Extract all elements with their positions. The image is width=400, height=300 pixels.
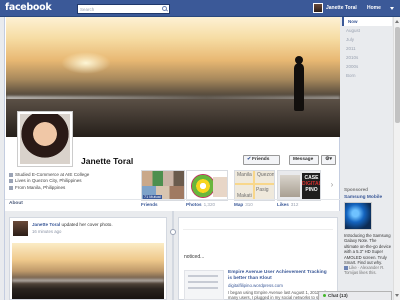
ad-description: Introducing the Samsung Galaxy Note. The… [344, 233, 392, 266]
timeline-nav-august[interactable]: August [342, 26, 392, 35]
top-bar: facebook Search Janette Toral Home [0, 0, 400, 17]
timeline-nav-2000s[interactable]: 2000s [342, 62, 392, 71]
likes-count: 312 [290, 202, 299, 207]
thumb-line [188, 281, 218, 283]
search-input[interactable]: Search [77, 4, 170, 14]
info-from-text: From Manila, Philippines [15, 184, 66, 190]
photos-count: 1,320 [203, 202, 216, 207]
sponsored-label: Sponsored [344, 187, 368, 192]
timeline-main: Janette Toral ✔Friends Message ⚙▾ Studie… [4, 17, 341, 300]
info-education-text: Studied E-Commerce at AIE College [15, 172, 90, 177]
map-tile-label-text: Map [234, 202, 244, 207]
info-from: From Manila, Philippines [9, 185, 129, 191]
timeline-nav-2010s[interactable]: 2010s [342, 53, 392, 62]
ad-like[interactable]: Like · Alexander R. Tomijas likes this. [344, 265, 392, 275]
likes-tile[interactable]: CASE DIGITAL PINO [277, 170, 321, 201]
post-photo-wave [12, 279, 164, 282]
timeline-nav-2011[interactable]: 2011 [342, 44, 392, 53]
thumb-line [188, 287, 218, 289]
scroll-up-icon[interactable] [395, 20, 399, 23]
chat-label: Chat (13) [328, 293, 348, 298]
user-name-link[interactable]: Janette Toral [326, 5, 357, 11]
page-scrollbar[interactable] [393, 17, 400, 300]
cover-sun [61, 52, 111, 74]
likes-page-thumb: CASE DIGITAL PINO [302, 173, 320, 200]
home-icon [9, 179, 13, 184]
timeline-dot [170, 229, 176, 235]
friends-tile-label[interactable]: Friends [141, 202, 158, 207]
message-button[interactable]: Message [289, 155, 319, 165]
mutual-badge: 71 Mutual [143, 195, 162, 199]
map-label: Quezon [257, 172, 275, 178]
scroll-down-icon[interactable] [395, 294, 399, 297]
post-author-link[interactable]: Janette Toral [32, 222, 60, 227]
cover-silhouette [294, 56, 304, 111]
post-header: Janette Toral updated her cover photo. [32, 222, 113, 227]
photos-tile-label[interactable]: Photos 1,320 [186, 202, 215, 207]
friends-tile[interactable]: 71 Mutual [141, 170, 185, 201]
profile-divider [5, 199, 341, 200]
pin-icon [9, 185, 13, 190]
gear-menu-button[interactable]: ⚙▾ [321, 155, 336, 165]
likes-tile-label[interactable]: Likes 312 [277, 202, 298, 207]
map-road [253, 171, 255, 200]
likes-tile-label-text: Likes [277, 202, 289, 207]
link-description: I began using Empire Avenue last August … [228, 290, 329, 300]
profile-picture[interactable] [17, 111, 73, 167]
post-action: updated her cover photo. [61, 222, 113, 227]
facebook-logo[interactable]: facebook [5, 2, 52, 13]
education-icon [9, 172, 13, 177]
post-header-bar [183, 220, 333, 230]
scroll-thumb[interactable] [395, 27, 400, 123]
home-link[interactable]: Home [367, 5, 381, 11]
map-tile[interactable]: Manila Quezon Pasig Makati [234, 170, 275, 201]
chat-bar[interactable]: Chat (13) [318, 291, 392, 300]
profile-info: Studied E-Commerce at AIE College Lives … [9, 172, 129, 191]
check-icon: ✔ [247, 157, 252, 162]
post-photo[interactable] [12, 243, 164, 299]
photo-thumb [213, 177, 227, 197]
timeline-nav-now[interactable]: Now [342, 17, 392, 26]
likes-thumb [280, 175, 300, 197]
info-lives-text: Lives in Quezon City, Philippines [15, 178, 82, 184]
ad-image[interactable] [344, 202, 372, 230]
cover-update-post: Janette Toral updated her cover photo. 1… [9, 217, 167, 300]
timeline-nav-born[interactable]: Born [342, 71, 392, 80]
friends-button-label: Friends [252, 157, 270, 162]
photos-tile-label-text: Photos [186, 202, 202, 207]
post-message: noticed... [184, 254, 205, 260]
post-timestamp[interactable]: 16 minutes ago [32, 229, 61, 234]
map-label: Pasig [256, 187, 269, 193]
timeline-spine [172, 211, 174, 300]
timeline-nav-july[interactable]: July [342, 35, 392, 44]
user-avatar[interactable] [313, 3, 323, 13]
timeline-year-nav: Now August July 2011 2010s 2000s Born [342, 17, 392, 80]
link-thumbnail[interactable] [184, 270, 224, 300]
map-count: 310 [245, 202, 253, 207]
account-menu-icon[interactable] [390, 7, 394, 10]
likes-box-line: PINO [305, 187, 318, 193]
tiles-more-arrow[interactable]: › [325, 176, 339, 194]
map-label: Manila [237, 172, 252, 178]
search-icon[interactable] [162, 6, 167, 11]
link-title[interactable]: Empire Avenue User Achievement Tracking … [228, 270, 328, 282]
online-status-icon [323, 294, 326, 298]
link-url[interactable]: digitalfilipino.wordpress.com [228, 283, 283, 288]
thumb-line [188, 275, 218, 277]
post-author-avatar[interactable] [13, 221, 28, 236]
ad-like-text: Like · Alexander R. Tomijas likes this. [344, 265, 385, 276]
search-placeholder: Search [80, 7, 95, 12]
photo-thumb [191, 174, 215, 198]
profile-name: Janette Toral [81, 156, 134, 166]
about-link[interactable]: About [9, 201, 23, 206]
ad-title-link[interactable]: Samsung Mobile [344, 195, 382, 200]
friends-tile-label-text: Friends [141, 202, 158, 207]
photos-tile[interactable] [186, 170, 228, 201]
friends-button[interactable]: ✔Friends [243, 155, 280, 165]
shared-link-post: noticed... Empire Avenue User Achievemen… [178, 217, 338, 300]
map-tile-label[interactable]: Map 310 [234, 202, 253, 207]
profile-picture-image [20, 114, 70, 164]
